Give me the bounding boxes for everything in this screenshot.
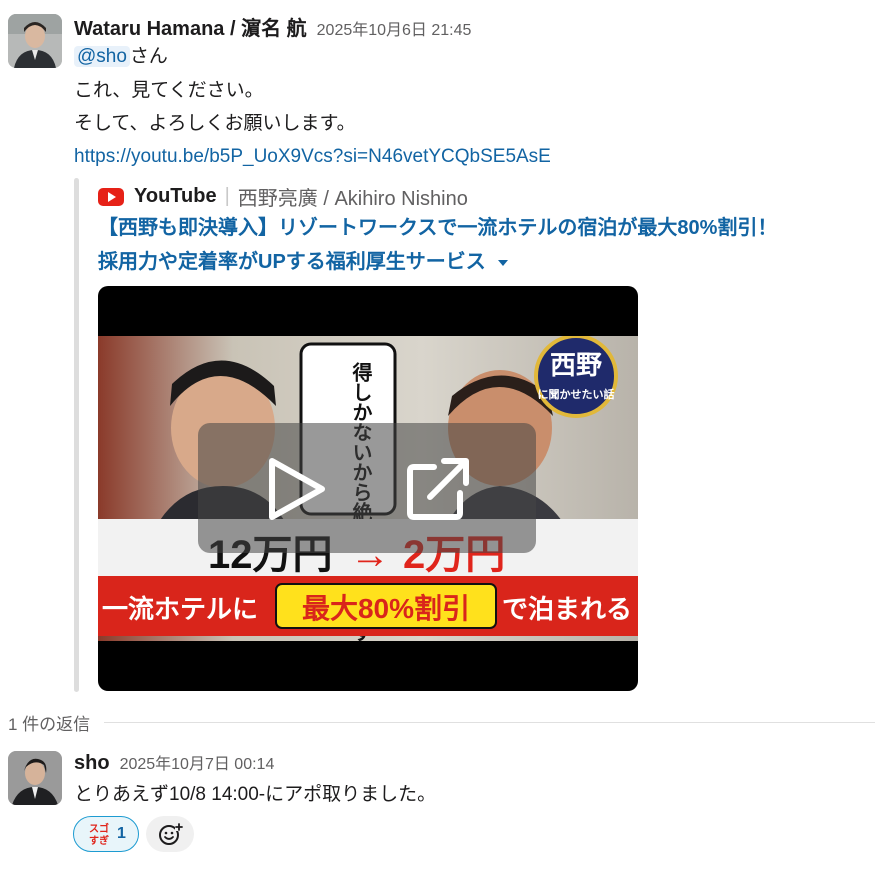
message-line: これ、見てください。 [74,80,264,101]
collapse-caret-icon[interactable] [497,259,508,266]
reply-author-name[interactable]: sho [74,752,110,775]
thumbnail-logo-sub: に聞かせたい話 [538,387,615,401]
divider-line [104,721,875,723]
video-thumbnail[interactable]: 得しかないから絶対入会します 西野 に聞かせたい話 12万円 → 2万円 一流ホ… [98,286,638,691]
video-controls-overlay [198,423,536,553]
youtube-logo-icon [98,187,124,206]
unfurl-source-row: YouTube | 西野亮廣 / Akihiro Nishino [98,182,468,211]
source-divider: | [224,185,230,207]
svg-text:すぎ: すぎ [89,834,109,847]
user-mention[interactable]: @sho [74,46,130,67]
reaction-sugoi-button[interactable]: スゴ すぎ 1 [73,816,139,852]
message-timestamp[interactable]: 2025年10月6日 21:45 [317,16,472,40]
video-title-line-1[interactable]: 【西野も即決導入】リゾートワークスで一流ホテルの宿泊が最大80%割引！ [98,217,777,239]
message-url-link[interactable]: https://youtu.be/b5P_UoX9Vcs?si=N46vetYC… [74,144,551,170]
video-title-line-2[interactable]: 採用力や定着率がUPする福利厚生サービス [98,251,486,273]
open-external-button[interactable] [398,449,478,529]
external-link-icon [407,458,469,520]
avatar-sho[interactable] [8,751,62,805]
play-icon [269,458,325,520]
play-video-button[interactable] [254,449,334,529]
video-title-link[interactable]: 【西野も即決導入】リゾートワークスで一流ホテルの宿泊が最大80%割引！ [98,214,777,242]
thumbnail-banner-highlight: 最大80%割引 [302,592,470,624]
mention-suffix: さん [129,46,168,67]
message-line: そして、よろしくお願いします。 [74,113,356,134]
svg-text:スゴ: スゴ [89,822,109,835]
reply-message-header: sho 2025年10月7日 00:14 [74,750,274,775]
unfurl-source-name: YouTube [134,185,217,207]
thread-reply-divider: 1 件の返信 [8,710,875,734]
message-header: Wataru Hamana / 濵名 航 2025年10月6日 21:45 [74,12,471,41]
video-title-link-2[interactable]: 採用力や定着率がUPする福利厚生サービス [98,248,508,276]
add-reaction-button[interactable] [146,816,194,852]
add-emoji-icon [159,823,183,845]
slack-thread-view: Wataru Hamana / 濵名 航 2025年10月6日 21:45 @s… [0,0,883,870]
reply-message-text: とりあえず10/8 14:00-にアポ取りました。 [74,784,437,805]
sugoi-emoji-icon: スゴ すぎ [86,821,112,847]
message-line-mention: @sho さん [74,44,168,70]
avatar-wataru[interactable] [8,14,62,68]
reply-timestamp[interactable]: 2025年10月7日 00:14 [120,750,275,774]
unfurl-accent-bar [74,178,79,692]
unfurl-channel-name[interactable]: 西野亮廣 / Akihiro Nishino [238,182,468,211]
thumbnail-banner-right: で泊まれる [502,594,632,624]
thumbnail-banner-left: 一流ホテルに [102,594,258,624]
thumbnail-logo-main: 西野 [550,350,602,380]
reaction-count: 1 [117,825,126,842]
author-name[interactable]: Wataru Hamana / 濵名 航 [74,12,307,41]
reply-count-label: 1 件の返信 [8,714,91,734]
